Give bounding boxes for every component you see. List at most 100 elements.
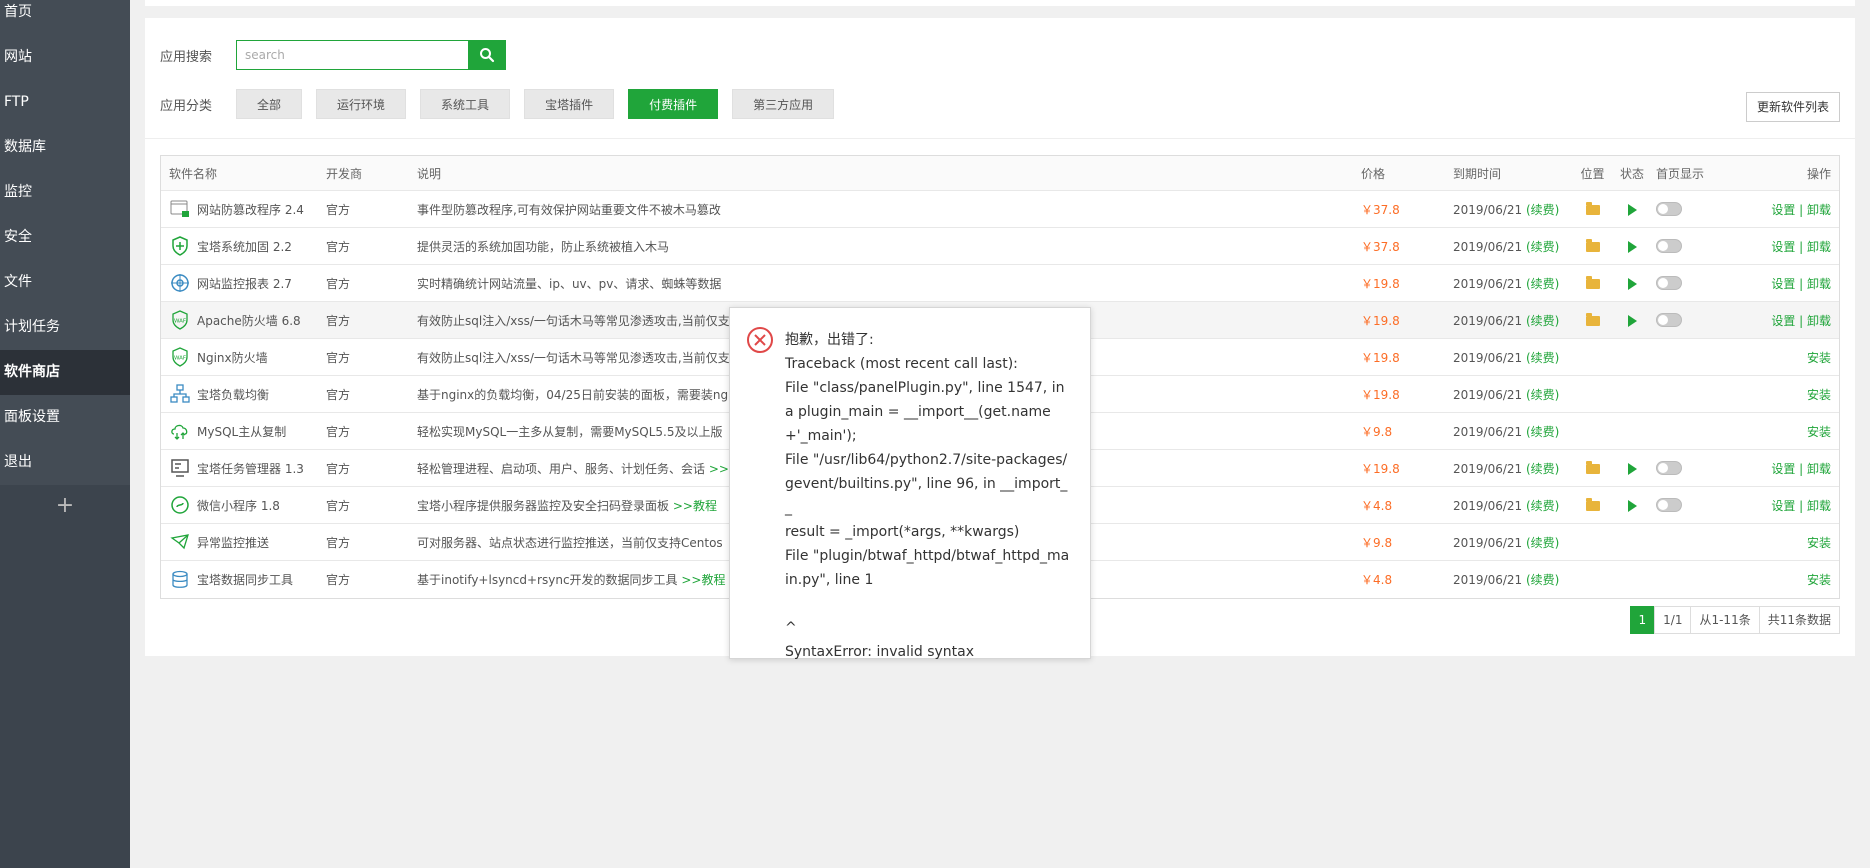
app-name-cell[interactable]: 网站防篡改程序 2.4 xyxy=(161,198,324,220)
home-display-cell xyxy=(1652,202,1736,217)
search-button[interactable] xyxy=(468,40,507,70)
renew-link[interactable]: (续费) xyxy=(1526,203,1559,217)
folder-icon[interactable] xyxy=(1585,312,1600,326)
category-bt-plugins[interactable]: 宝塔插件 xyxy=(524,89,615,119)
app-actions[interactable]: 设置 | 卸载 xyxy=(1736,460,1839,477)
play-icon[interactable] xyxy=(1627,277,1637,290)
folder-icon[interactable] xyxy=(1585,201,1600,215)
sidebar-item-logout[interactable]: 退出 xyxy=(0,440,130,485)
renew-link[interactable]: (续费) xyxy=(1526,499,1559,513)
app-expire: 2019/06/21 (续费) xyxy=(1453,275,1573,292)
top-panel-strip xyxy=(145,0,1855,6)
sidebar-item-app-store[interactable]: 软件商店 xyxy=(0,350,130,395)
category-third-party[interactable]: 第三方应用 xyxy=(732,89,835,119)
renew-link[interactable]: (续费) xyxy=(1526,425,1559,439)
sidebar-item-ftp[interactable]: FTP xyxy=(0,80,130,125)
play-icon[interactable] xyxy=(1627,314,1637,327)
play-icon[interactable] xyxy=(1627,462,1637,475)
error-title: 抱歉，出错了: xyxy=(785,332,874,348)
search-input[interactable] xyxy=(236,40,469,70)
app-actions[interactable]: 安装 xyxy=(1736,349,1839,366)
sidebar-item-security[interactable]: 安全 xyxy=(0,215,130,260)
renew-link[interactable]: (续费) xyxy=(1526,573,1559,587)
home-display-toggle[interactable] xyxy=(1656,313,1682,328)
app-name: 异常监控推送 xyxy=(197,535,270,550)
add-shortcut-button[interactable]: + xyxy=(0,486,130,526)
category-paid-plugins[interactable]: 付费插件 xyxy=(628,89,719,119)
app-actions[interactable]: 设置 | 卸载 xyxy=(1736,312,1839,329)
app-name-cell[interactable]: 微信小程序 1.8 xyxy=(161,494,324,516)
sidebar-item-website[interactable]: 网站 xyxy=(0,35,130,80)
expire-date: 2019/06/21 xyxy=(1453,498,1523,513)
folder-icon[interactable] xyxy=(1585,460,1600,474)
app-name: MySQL主从复制 xyxy=(197,424,287,439)
category-runtime[interactable]: 运行环境 xyxy=(316,89,407,119)
tutorial-link[interactable]: >>教程 xyxy=(681,573,725,587)
renew-link[interactable]: (续费) xyxy=(1526,462,1559,476)
renew-link[interactable]: (续费) xyxy=(1526,388,1559,402)
app-name-cell[interactable]: 宝塔负载均衡 xyxy=(161,383,324,405)
divider xyxy=(145,138,1855,139)
home-display-toggle[interactable] xyxy=(1656,461,1682,476)
app-name-cell[interactable]: WAF Nginx防火墙 xyxy=(161,346,324,368)
app-name: 网站监控报表 2.7 xyxy=(197,276,292,291)
app-developer: 官方 xyxy=(326,461,351,476)
waf-icon: WAF xyxy=(169,346,191,368)
renew-link[interactable]: (续费) xyxy=(1526,277,1559,291)
app-name-cell[interactable]: 宝塔数据同步工具 xyxy=(161,569,324,591)
table-header: 软件名称 开发商 说明 价格 到期时间 位置 状态 首页显示 操作 xyxy=(161,156,1839,191)
app-actions[interactable]: 设置 | 卸载 xyxy=(1736,497,1839,514)
app-actions[interactable]: 设置 | 卸载 xyxy=(1736,275,1839,292)
update-software-list-button[interactable]: 更新软件列表 xyxy=(1745,92,1840,122)
play-icon[interactable] xyxy=(1627,203,1637,216)
folder-icon[interactable] xyxy=(1585,275,1600,289)
task-manager-icon xyxy=(169,457,191,479)
tutorial-link[interactable]: >>教程 xyxy=(673,499,717,513)
app-actions[interactable]: 安装 xyxy=(1736,571,1839,588)
category-all[interactable]: 全部 xyxy=(236,89,303,119)
app-actions[interactable]: 设置 | 卸载 xyxy=(1736,201,1839,218)
page-count: 1/1 xyxy=(1654,606,1692,634)
app-actions[interactable]: 设置 | 卸载 xyxy=(1736,238,1839,255)
play-icon[interactable] xyxy=(1627,240,1637,253)
folder-icon[interactable] xyxy=(1585,497,1600,511)
app-name: Nginx防火墙 xyxy=(197,350,268,365)
table-row: 宝塔系统加固 2.2 官方 提供灵活的系统加固功能，防止系统被植入木马 ￥37.8 20… xyxy=(161,228,1839,265)
app-name-cell[interactable]: 异常监控推送 xyxy=(161,531,324,553)
mini-program-icon xyxy=(169,494,191,516)
sidebar-item-home[interactable]: 首页 xyxy=(0,0,130,35)
folder-icon[interactable] xyxy=(1585,238,1600,252)
app-name-cell[interactable]: MySQL主从复制 xyxy=(161,420,324,442)
renew-link[interactable]: (续费) xyxy=(1526,240,1559,254)
sidebar-item-cron[interactable]: 计划任务 xyxy=(0,305,130,350)
table-row: 网站监控报表 2.7 官方 实时精确统计网站流量、ip、uv、pv、请求、蜘蛛等数据… xyxy=(161,265,1839,302)
home-display-toggle[interactable] xyxy=(1656,276,1682,291)
tutorial-link[interactable]: >> xyxy=(709,462,729,476)
monitor-report-icon xyxy=(169,272,191,294)
app-name-cell[interactable]: 宝塔任务管理器 1.3 xyxy=(161,457,324,479)
play-icon[interactable] xyxy=(1627,499,1637,512)
app-description-text: 可对服务器、站点状态进行监控推送，当前仅支持Centos xyxy=(417,535,723,550)
category-system-tools[interactable]: 系统工具 xyxy=(420,89,511,119)
app-name-cell[interactable]: 网站监控报表 2.7 xyxy=(161,272,324,294)
page-current[interactable]: 1 xyxy=(1629,606,1656,634)
sidebar-item-database[interactable]: 数据库 xyxy=(0,125,130,170)
app-name-cell[interactable]: 宝塔系统加固 2.2 xyxy=(161,235,324,257)
app-description-text: 轻松管理进程、启动项、用户、服务、计划任务、会话 xyxy=(417,461,709,476)
app-actions[interactable]: 安装 xyxy=(1736,423,1839,440)
app-name-cell[interactable]: WAF Apache防火墙 6.8 xyxy=(161,309,324,331)
app-developer: 官方 xyxy=(326,498,351,513)
sidebar-item-files[interactable]: 文件 xyxy=(0,260,130,305)
renew-link[interactable]: (续费) xyxy=(1526,314,1559,328)
home-display-toggle[interactable] xyxy=(1656,498,1682,513)
sidebar-item-monitor[interactable]: 监控 xyxy=(0,170,130,215)
app-actions[interactable]: 安装 xyxy=(1736,534,1839,551)
expire-date: 2019/06/21 xyxy=(1453,313,1523,328)
app-actions[interactable]: 安装 xyxy=(1736,386,1839,403)
renew-link[interactable]: (续费) xyxy=(1526,536,1559,550)
renew-link[interactable]: (续费) xyxy=(1526,351,1559,365)
header-name: 软件名称 xyxy=(169,166,218,181)
home-display-toggle[interactable] xyxy=(1656,202,1682,217)
sidebar-item-panel-settings[interactable]: 面板设置 xyxy=(0,395,130,440)
home-display-toggle[interactable] xyxy=(1656,239,1682,254)
